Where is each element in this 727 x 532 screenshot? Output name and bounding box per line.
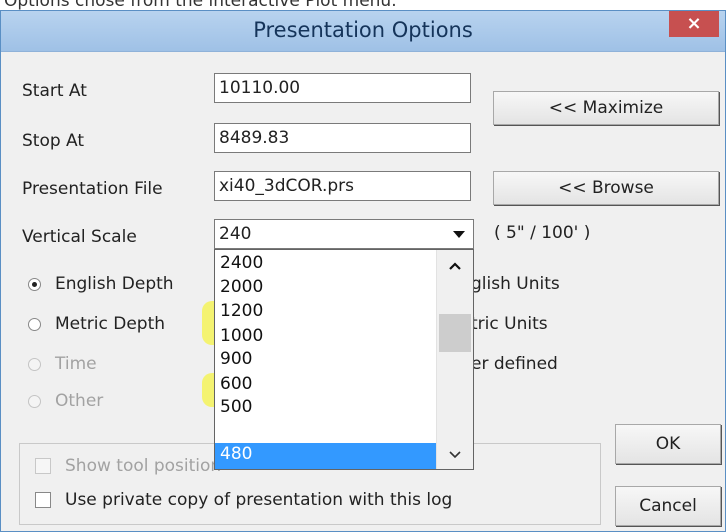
radio-dot xyxy=(28,394,41,408)
radio-time: Time xyxy=(28,354,97,374)
radio-user-defined-label[interactable]: er defined xyxy=(471,354,558,374)
list-item[interactable]: 1200 xyxy=(220,301,263,321)
close-button[interactable]: × xyxy=(669,11,719,37)
list-item[interactable]: 1000 xyxy=(220,326,263,346)
maximize-button[interactable]: << Maximize xyxy=(493,91,719,125)
radio-label: Other xyxy=(55,391,104,411)
presentation-file-input[interactable]: xi40_3dCOR.prs xyxy=(214,171,471,201)
radio-dot xyxy=(28,277,41,291)
list-item[interactable]: 2000 xyxy=(220,277,263,297)
radio-english-depth[interactable]: English Depth xyxy=(28,274,174,294)
radio-english-units-label[interactable]: glish Units xyxy=(471,274,560,294)
scrollbar-thumb[interactable] xyxy=(439,314,471,352)
chevron-down-icon xyxy=(449,451,461,459)
browse-button[interactable]: << Browse xyxy=(493,171,719,205)
presentation-file-label: Presentation File xyxy=(22,179,163,199)
checkbox-label: Show tool position xyxy=(65,456,222,476)
ok-button[interactable]: OK xyxy=(615,424,721,464)
scroll-down-button[interactable] xyxy=(437,441,473,467)
list-item[interactable]: 600 xyxy=(220,374,252,394)
radio-label: Metric Depth xyxy=(55,314,166,334)
close-icon: × xyxy=(686,13,702,34)
scale-ratio-note: ( 5" / 100' ) xyxy=(494,223,591,243)
cancel-button[interactable]: Cancel xyxy=(615,486,721,526)
checkbox-box xyxy=(35,458,51,474)
list-item[interactable]: 900 xyxy=(220,349,252,369)
private-copy-checkbox[interactable]: Use private copy of presentation with th… xyxy=(35,490,452,510)
radio-dot xyxy=(28,317,41,331)
start-at-label: Start At xyxy=(22,81,87,101)
start-at-input[interactable]: 10110.00 xyxy=(214,73,471,103)
chevron-up-icon xyxy=(449,262,461,270)
show-tool-position-checkbox: Show tool position xyxy=(35,456,221,476)
vertical-scale-combo[interactable]: 240 xyxy=(214,219,474,249)
dropdown-scrollbar[interactable] xyxy=(436,250,473,469)
vertical-scale-value: 240 xyxy=(219,224,252,244)
radio-metric-depth[interactable]: Metric Depth xyxy=(28,314,165,334)
chevron-down-icon xyxy=(453,230,465,238)
combo-dropdown-button[interactable] xyxy=(446,221,472,247)
vertical-scale-dropdown-list[interactable]: 2400 2000 1200 1000 900 600 500 480 xyxy=(214,249,474,470)
list-item[interactable]: 2400 xyxy=(220,253,263,273)
list-item-selected[interactable]: 480 xyxy=(220,444,252,464)
checkbox-label: Use private copy of presentation with th… xyxy=(65,490,453,510)
radio-label: English Depth xyxy=(55,274,174,294)
stop-at-input[interactable]: 8489.83 xyxy=(214,123,471,153)
checkbox-box xyxy=(35,492,51,508)
scroll-up-button[interactable] xyxy=(437,252,473,280)
title-bar[interactable]: Presentation Options × xyxy=(1,11,725,52)
stop-at-label: Stop At xyxy=(22,131,85,151)
radio-metric-units-label[interactable]: tric Units xyxy=(471,314,548,334)
radio-dot xyxy=(28,357,41,371)
vertical-scale-label: Vertical Scale xyxy=(22,227,137,247)
presentation-options-dialog: Presentation Options × Start At 10110.00… xyxy=(0,10,726,532)
radio-other: Other xyxy=(28,391,103,411)
dialog-title: Presentation Options xyxy=(253,18,473,42)
radio-label: Time xyxy=(55,354,97,374)
list-item[interactable]: 500 xyxy=(220,397,252,417)
